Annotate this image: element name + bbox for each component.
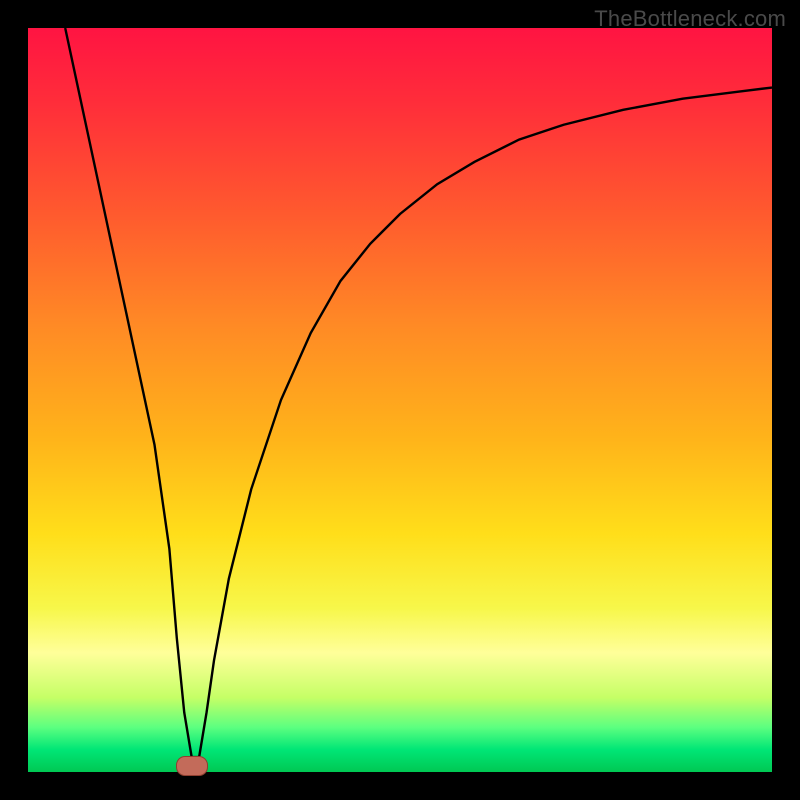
optimal-point-marker: [176, 756, 208, 776]
watermark-text: TheBottleneck.com: [594, 6, 786, 32]
curve-svg: [28, 28, 772, 772]
plot-frame: [28, 28, 772, 772]
bottleneck-curve: [65, 28, 772, 757]
